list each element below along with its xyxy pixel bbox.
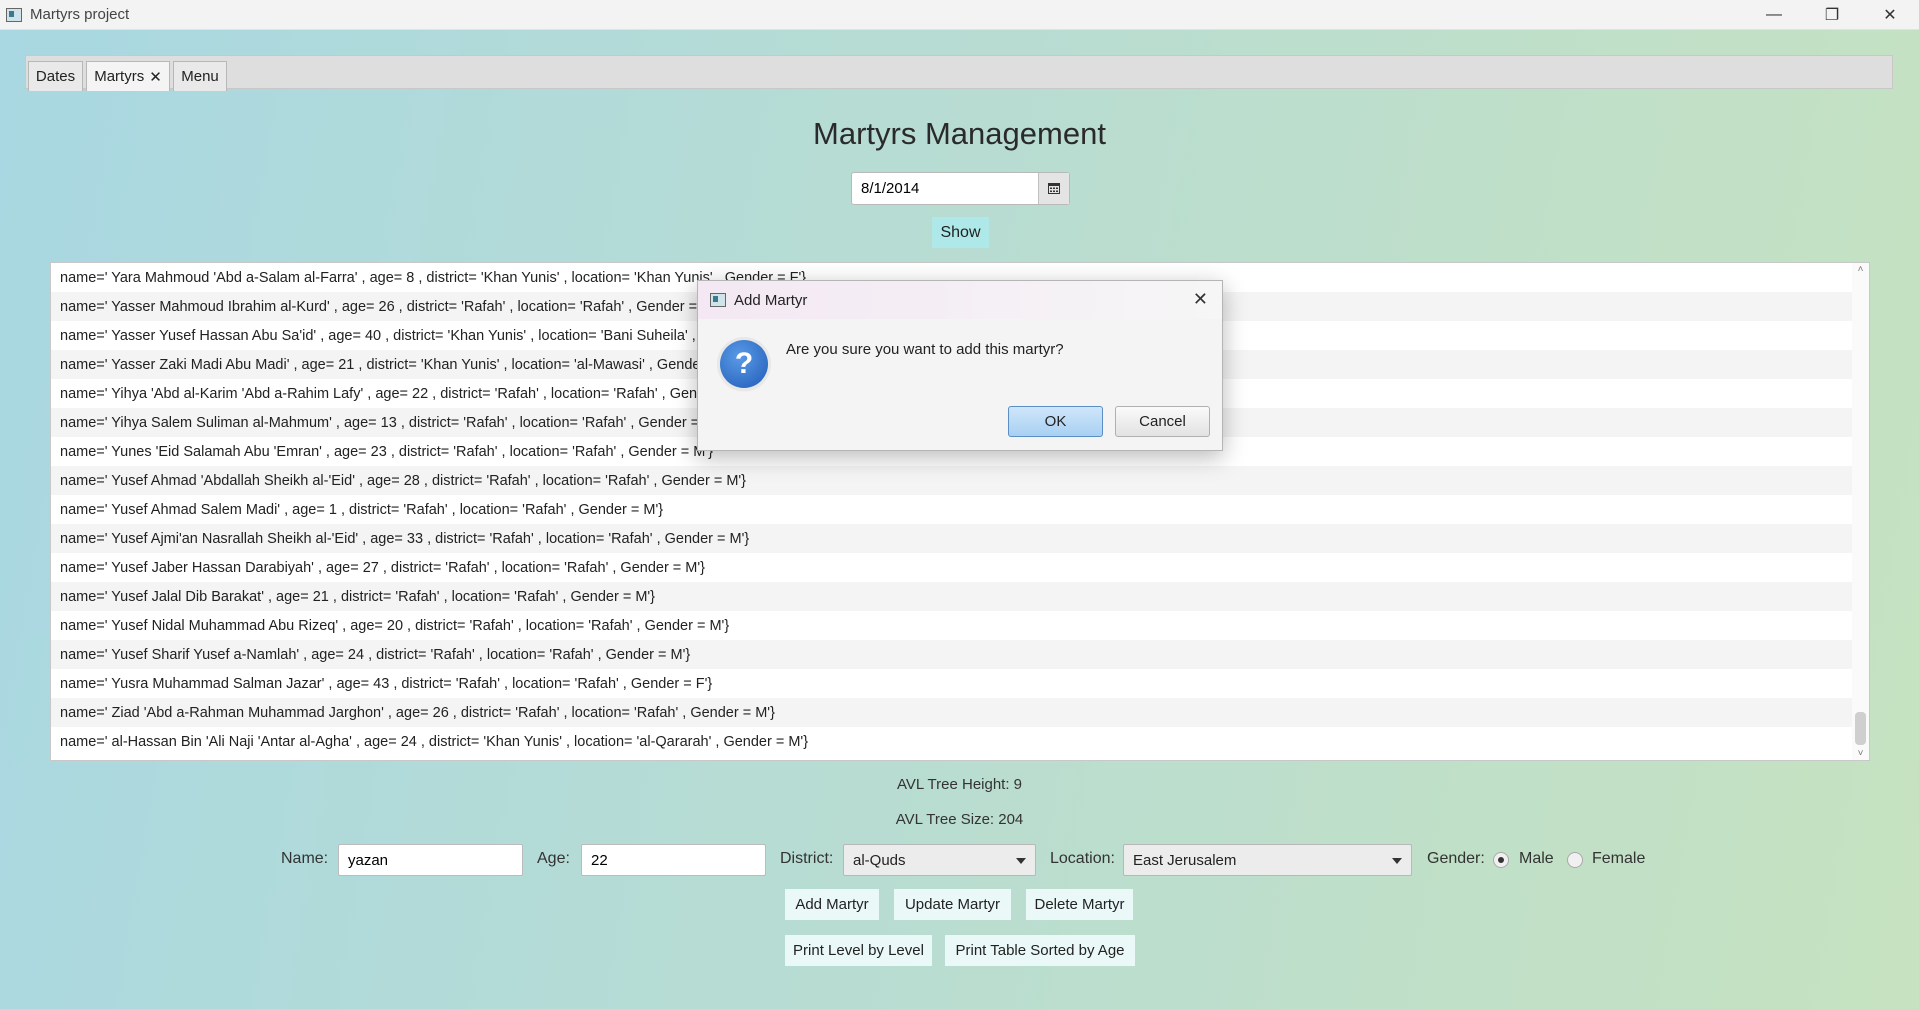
list-item[interactable]: name=' Yusef Ahmad 'Abdallah Sheikh al-'… bbox=[51, 466, 1852, 495]
add-martyr-dialog: Add Martyr ✕ ? Are you sure you want to … bbox=[697, 280, 1223, 451]
avl-tree-height: AVL Tree Height: 9 bbox=[896, 776, 1023, 793]
chevron-down-icon bbox=[1016, 858, 1026, 864]
scroll-up-icon[interactable]: ˄ bbox=[1856, 265, 1865, 275]
chevron-down-icon bbox=[1392, 858, 1402, 864]
add-martyr-button[interactable]: Add Martyr bbox=[785, 889, 879, 920]
scrollbar-thumb[interactable] bbox=[1855, 712, 1866, 745]
location-label: Location: bbox=[1050, 850, 1115, 867]
avl-tree-size: AVL Tree Size: 204 bbox=[895, 811, 1024, 828]
list-item[interactable]: name=' Yusef Jaber Hassan Darabiyah' , a… bbox=[51, 553, 1852, 582]
minimize-icon[interactable]: — bbox=[1745, 0, 1803, 29]
tab-label: Menu bbox=[181, 68, 219, 85]
martyr-form: Name: Age: District: al-Quds Location: E… bbox=[0, 843, 1919, 877]
age-field[interactable] bbox=[581, 844, 766, 876]
window-controls: — ❐ ✕ bbox=[1745, 0, 1919, 29]
list-item[interactable]: name=' Yusra Muhammad Salman Jazar' , ag… bbox=[51, 669, 1852, 698]
list-item[interactable]: name=' Yusef Jalal Dib Barakat' , age= 2… bbox=[51, 582, 1852, 611]
tab-menu[interactable]: Menu bbox=[173, 61, 227, 91]
gender-male-label[interactable]: Male bbox=[1519, 850, 1554, 868]
district-select[interactable]: al-Quds bbox=[843, 844, 1036, 876]
window-titlebar: Martyrs project — ❐ ✕ bbox=[0, 0, 1919, 30]
calendar-icon[interactable] bbox=[1038, 173, 1069, 204]
app-icon bbox=[710, 293, 726, 307]
gender-female-radio[interactable] bbox=[1567, 852, 1583, 868]
dialog-title: Add Martyr bbox=[734, 291, 808, 309]
age-label: Age: bbox=[537, 850, 570, 867]
close-icon[interactable]: ✕ bbox=[1193, 289, 1208, 310]
update-martyr-button[interactable]: Update Martyr bbox=[894, 889, 1011, 920]
date-input[interactable] bbox=[852, 173, 1039, 204]
list-item[interactable]: name=' al-Hassan Bin 'Ali Naji 'Antar al… bbox=[51, 727, 1852, 756]
tab-close-icon[interactable]: ✕ bbox=[149, 68, 162, 86]
print-level-button[interactable]: Print Level by Level bbox=[785, 935, 932, 966]
location-value: East Jerusalem bbox=[1133, 851, 1237, 869]
cancel-button[interactable]: Cancel bbox=[1115, 406, 1210, 437]
list-item[interactable]: name=' Ziad 'Abd a-Rahman Muhammad Jargh… bbox=[51, 698, 1852, 727]
ok-button[interactable]: OK bbox=[1008, 406, 1103, 437]
district-label: District: bbox=[780, 850, 834, 867]
app-icon bbox=[6, 7, 22, 22]
delete-martyr-button[interactable]: Delete Martyr bbox=[1026, 889, 1133, 920]
list-item[interactable]: name=' Yusef Ajmi'an Nasrallah Sheikh al… bbox=[51, 524, 1852, 553]
tab-dates[interactable]: Dates bbox=[28, 61, 83, 91]
location-select[interactable]: East Jerusalem bbox=[1123, 844, 1412, 876]
list-item[interactable]: name=' Yusef Ahmad Salem Madi' , age= 1 … bbox=[51, 495, 1852, 524]
scroll-down-icon[interactable]: ˅ bbox=[1856, 749, 1865, 759]
list-item[interactable]: name=' Yusef Sharif Yusef a-Namlah' , ag… bbox=[51, 640, 1852, 669]
name-field[interactable] bbox=[338, 844, 523, 876]
show-button[interactable]: Show bbox=[932, 217, 989, 248]
list-item[interactable]: name=' Yusef Nidal Muhammad Abu Rizeq' ,… bbox=[51, 611, 1852, 640]
gender-label: Gender: bbox=[1427, 850, 1485, 867]
list-scrollbar[interactable]: ˄ ˅ bbox=[1852, 263, 1869, 760]
tab-label: Dates bbox=[35, 68, 76, 85]
tab-bar: Dates Martyrs ✕ Menu bbox=[25, 55, 1893, 91]
dialog-titlebar: Add Martyr ✕ bbox=[698, 281, 1222, 319]
tab-label: Martyrs bbox=[94, 68, 145, 85]
district-value: al-Quds bbox=[853, 851, 906, 869]
restore-icon[interactable]: ❐ bbox=[1803, 0, 1861, 29]
name-label: Name: bbox=[281, 850, 329, 867]
gender-male-radio[interactable] bbox=[1493, 852, 1509, 868]
window-title: Martyrs project bbox=[30, 6, 130, 23]
question-icon: ? bbox=[720, 340, 768, 388]
dialog-message: Are you sure you want to add this martyr… bbox=[786, 341, 1064, 358]
date-picker[interactable] bbox=[851, 172, 1070, 205]
page-title: Martyrs Management bbox=[813, 116, 1106, 151]
close-icon[interactable]: ✕ bbox=[1861, 0, 1919, 29]
gender-female-label[interactable]: Female bbox=[1592, 850, 1645, 868]
tab-martyrs[interactable]: Martyrs ✕ bbox=[86, 61, 170, 91]
print-table-button[interactable]: Print Table Sorted by Age bbox=[945, 935, 1135, 966]
